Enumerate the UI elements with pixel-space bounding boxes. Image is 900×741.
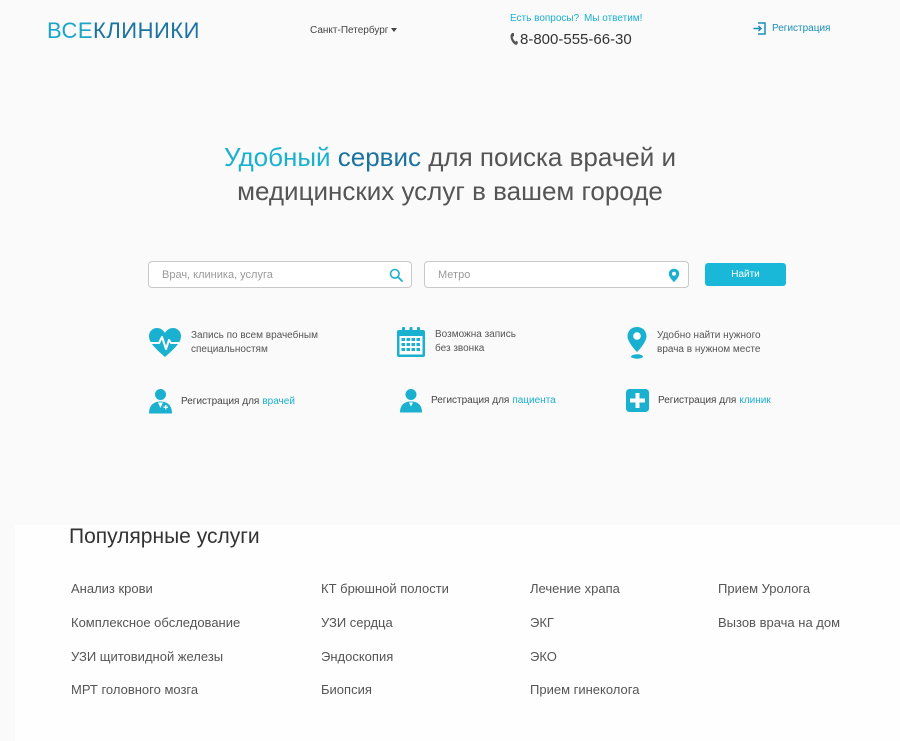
metro-field (424, 261, 689, 288)
popular-services-title: Популярные услуги (69, 525, 260, 548)
feature-1-line-2: специальностям (191, 344, 268, 355)
hero-rest-1: для поиска врачей и (428, 142, 677, 172)
service-link[interactable]: Вызов врача на дом (718, 615, 840, 630)
feature-all-specialties: Запись по всем врачебным специальностям (148, 327, 318, 359)
register-patient-link[interactable]: Регистрация для пациента (399, 388, 556, 413)
service-link[interactable]: УЗИ сердца (321, 615, 393, 630)
search-icon[interactable] (389, 268, 403, 282)
register-patient-accent: пациента (512, 395, 556, 406)
header-register-link[interactable]: Регистрация (753, 22, 830, 35)
register-clinics-link[interactable]: Регистрация для клиник (625, 388, 771, 413)
query-input[interactable] (149, 262, 411, 287)
find-button[interactable]: Найти (705, 263, 786, 286)
service-link[interactable]: МРТ головного мозга (71, 682, 198, 697)
feature-1-text: Запись по всем врачебным специальностям (191, 329, 318, 357)
phone-text: 8-800-555-66-30 (520, 31, 632, 48)
register-doctors-prefix: Регистрация для (181, 395, 260, 407)
service-link[interactable]: Анализ крови (71, 581, 153, 596)
service-link[interactable]: Комплексное обследование (71, 615, 240, 630)
feature-3-text: Удобно найти нужного врача в нужном мест… (657, 329, 761, 357)
phone-number[interactable]: 8-800-555-66-30 (510, 31, 632, 48)
feature-2-line-1: Возможна запись (435, 329, 516, 340)
service-link[interactable]: ЭКГ (530, 615, 554, 630)
register-doctors-accent: врачей (262, 395, 295, 407)
service-link[interactable]: ЭКО (530, 649, 557, 664)
login-icon (753, 22, 766, 35)
register-clinics-prefix: Регистрация для (658, 395, 737, 406)
popular-services-section (15, 525, 900, 741)
register-clinics-accent: клиник (739, 395, 771, 406)
questions-text: Есть вопросы? (510, 13, 580, 24)
service-link[interactable]: УЗИ щитовидной железы (71, 649, 223, 664)
hero-heading: Удобный сервис для поиска врачей и медиц… (0, 140, 900, 208)
service-link[interactable]: Лечение храпа (530, 581, 620, 596)
feature-2-line-2: без звонка (435, 343, 485, 354)
contact-line: Есть вопросы? Мы ответим! (510, 13, 642, 24)
heart-pulse-icon (149, 328, 181, 357)
answer-link[interactable]: Мы ответим! (584, 13, 642, 24)
calendar-icon (397, 327, 425, 357)
register-patient-prefix: Регистрация для (431, 395, 510, 406)
map-pin-icon (627, 327, 647, 359)
feature-1-line-1: Запись по всем врачебным (191, 330, 318, 341)
register-label: Регистрация (772, 23, 831, 34)
hero-line-2: медицинских услуг в вашем городе (237, 176, 663, 206)
logo-part-1: ВСЕ (47, 18, 94, 43)
doctor-icon (149, 389, 172, 414)
medical-cross-icon (626, 389, 649, 412)
feature-no-call: Возможна запись без звонка (396, 326, 516, 358)
city-label: Санкт-Петербург (310, 25, 389, 36)
service-link[interactable]: КТ брюшной полости (321, 581, 449, 596)
header: ВСЕКЛИНИКИ Санкт-Петербург Есть вопросы?… (0, 0, 900, 60)
caret-down-icon (391, 28, 398, 33)
patient-icon (400, 389, 422, 413)
register-doctors-link[interactable]: Регистрация для врачей (148, 388, 295, 414)
hero-word-2: сервис (337, 142, 422, 172)
feature-find-doctor: Удобно найти нужного врача в нужном мест… (626, 326, 761, 360)
service-link[interactable]: Биопсия (321, 682, 372, 697)
hero-line-1: Удобный сервис для поиска врачей и (0, 140, 900, 174)
feature-3-line-2: врача в нужном месте (657, 344, 761, 355)
hero-word-1: Удобный (223, 142, 331, 172)
service-link[interactable]: Прием Уролога (718, 581, 810, 596)
metro-input[interactable] (425, 262, 688, 287)
feature-3-line-1: Удобно найти нужного (657, 330, 761, 341)
location-pin-icon[interactable] (668, 268, 680, 283)
service-link[interactable]: Эндоскопия (321, 649, 393, 664)
city-selector[interactable]: Санкт-Петербург (310, 25, 398, 36)
logo[interactable]: ВСЕКЛИНИКИ (47, 18, 200, 44)
query-field (148, 261, 412, 288)
service-link[interactable]: Прием гинеколога (530, 682, 639, 697)
phone-icon (510, 33, 518, 45)
logo-part-2: КЛИНИКИ (93, 18, 200, 43)
feature-2-text: Возможна запись без звонка (435, 328, 516, 356)
